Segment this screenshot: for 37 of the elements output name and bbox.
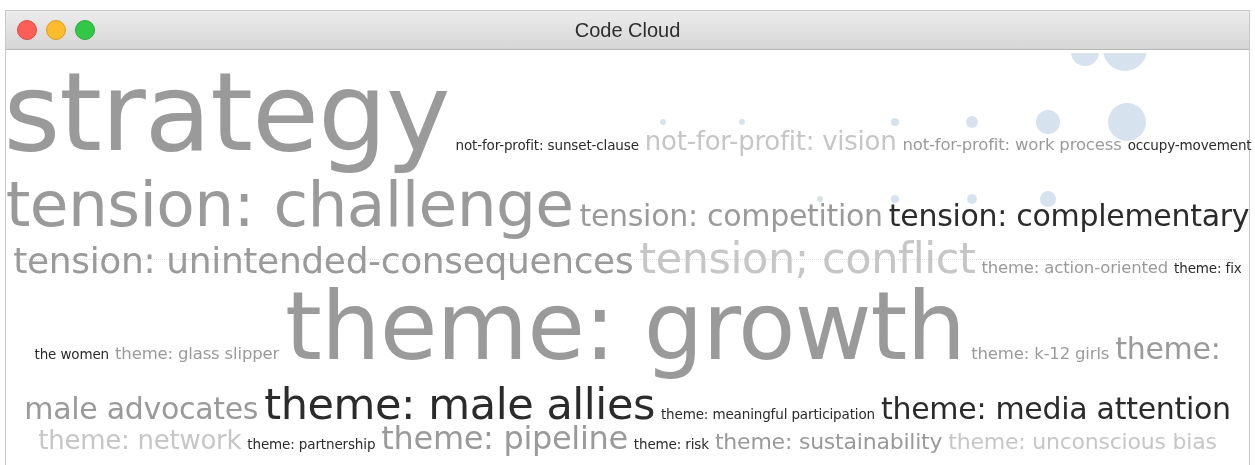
- cloud-word[interactable]: theme: meaningful participation: [660, 406, 875, 422]
- cloud-word[interactable]: male advocates: [24, 391, 259, 425]
- cloud-word[interactable]: occupy-movement: [1127, 138, 1252, 153]
- cloud-word[interactable]: the women: [34, 347, 110, 362]
- cloud-word[interactable]: not-for-profit: vision: [644, 127, 897, 156]
- cloud-word[interactable]: theme: risk: [633, 437, 709, 452]
- cloud-word[interactable]: theme: pipeline: [381, 421, 628, 457]
- cloud-word[interactable]: theme: k-12 girls: [971, 345, 1110, 364]
- cloud-word[interactable]: tension; conflict: [639, 234, 976, 282]
- window-title: Code Cloud: [574, 18, 681, 41]
- close-button[interactable]: [17, 20, 37, 40]
- cloud-word[interactable]: strategy: [3, 53, 450, 173]
- dot: [817, 196, 823, 202]
- dot: [967, 194, 977, 204]
- dot: [660, 119, 666, 125]
- dot: [1036, 110, 1060, 134]
- cloud-word[interactable]: theme: unconscious bias: [948, 430, 1217, 455]
- cloud-word[interactable]: theme: partnership: [247, 437, 376, 452]
- cloud-word[interactable]: theme: fix: [1174, 260, 1242, 276]
- dot: [1108, 103, 1146, 141]
- cloud-word[interactable]: theme: glass slipper: [115, 345, 280, 364]
- dot: [739, 119, 745, 125]
- zoom-button[interactable]: [75, 20, 95, 40]
- dot: [891, 195, 899, 203]
- cloud-word[interactable]: not-for-profit: sunset-clause: [455, 138, 639, 153]
- cloud-word[interactable]: tension: complementary: [888, 198, 1250, 232]
- cloud-word[interactable]: not-for-profit: work process: [902, 136, 1122, 155]
- cloud-word[interactable]: theme: media attention: [881, 391, 1231, 425]
- cloud-word[interactable]: theme: network: [38, 426, 242, 455]
- cloud-word[interactable]: theme: action-oriented: [981, 258, 1169, 277]
- dot: [891, 118, 899, 126]
- cloud-word[interactable]: tension: unintended-consequences: [13, 240, 634, 281]
- cloud-word[interactable]: theme:: [1115, 332, 1221, 365]
- cloud-word[interactable]: tension: competition: [579, 198, 883, 232]
- minimize-button[interactable]: [46, 20, 66, 40]
- cloud-word[interactable]: theme: sustainability: [714, 430, 943, 455]
- dot: [966, 116, 978, 128]
